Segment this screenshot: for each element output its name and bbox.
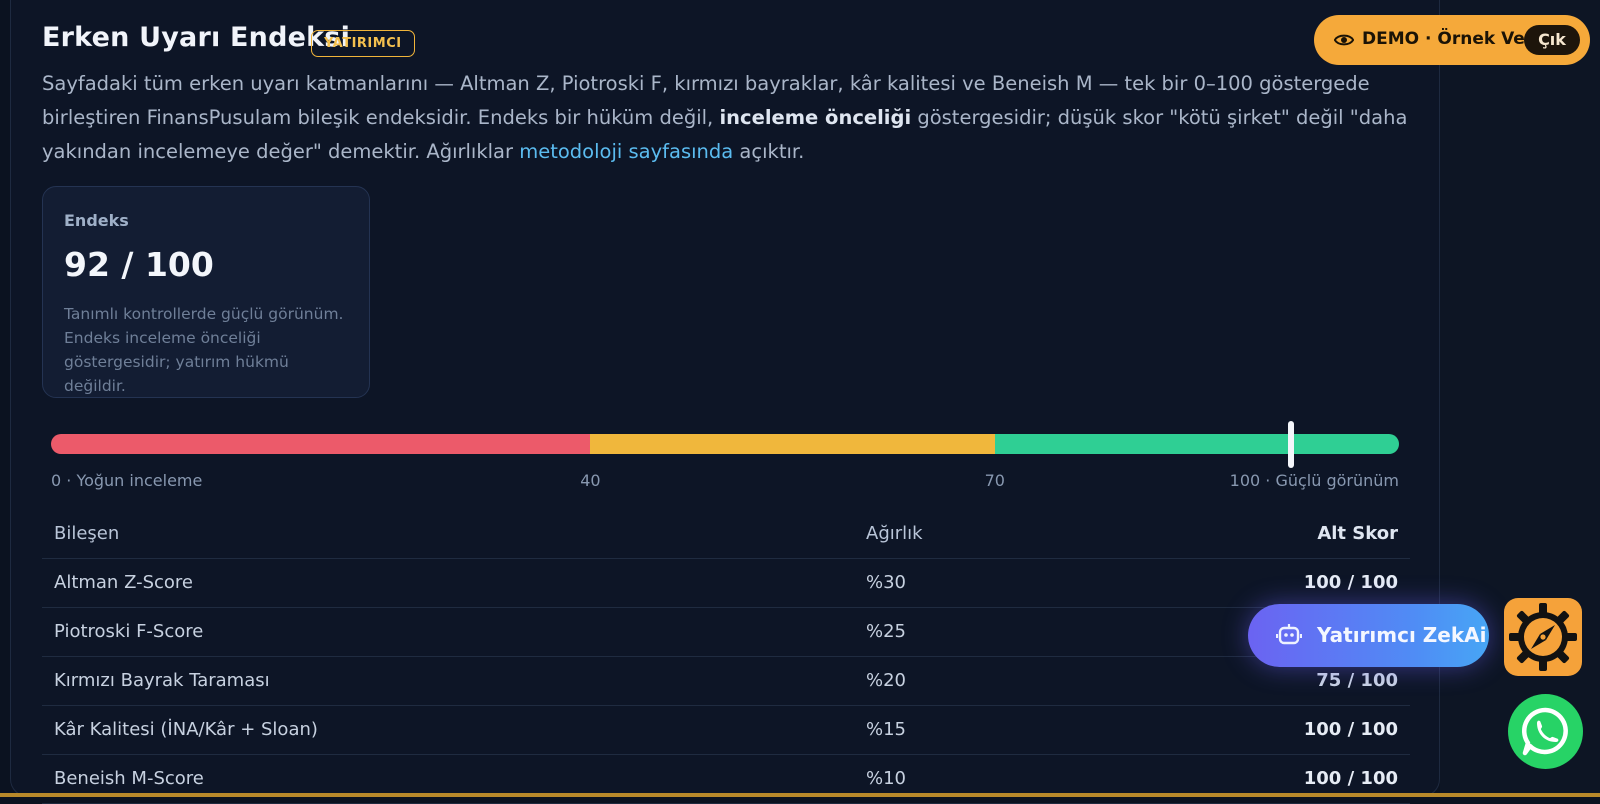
gauge-score-marker xyxy=(1288,421,1295,468)
row-sub-score: 75 / 100 xyxy=(1316,670,1398,691)
assistant-label: Yatırımcı ZekAi xyxy=(1317,623,1487,647)
index-note: Tanımlı kontrollerde güçlü görünüm. Ende… xyxy=(64,305,344,395)
section-title: Erken Uyarı Endeksi xyxy=(42,22,351,53)
index-label: Endeks xyxy=(64,211,129,230)
row-component: Altman Z-Score xyxy=(54,572,193,593)
index-gauge-bar xyxy=(51,434,1399,454)
right-background xyxy=(1440,0,1600,797)
description-text-3: açıktır. xyxy=(733,140,805,163)
row-sub-score: 100 / 100 xyxy=(1303,572,1398,593)
gauge-segment-red xyxy=(51,434,591,454)
row-component: Piotroski F-Score xyxy=(54,621,204,642)
compass-button[interactable] xyxy=(1504,598,1582,676)
gauge-label-40: 40 xyxy=(580,471,601,490)
row-sub-score: 100 / 100 xyxy=(1303,768,1398,789)
investor-badge: YATIRIMCI xyxy=(311,30,415,57)
row-weight: %10 xyxy=(866,768,907,789)
compass-gear-icon xyxy=(1509,603,1577,671)
gauge-label-max: 100 · Güçlü görünüm xyxy=(1229,471,1399,490)
component-table: Bileşen Ağırlık Alt Skor Altman Z-Score … xyxy=(42,510,1410,804)
row-weight: %25 xyxy=(866,621,907,642)
methodology-link[interactable]: metodoloji sayfasında xyxy=(519,140,733,163)
demo-mode-pill: DEMO · Örnek Veri Çık xyxy=(1314,15,1590,65)
robot-icon xyxy=(1276,624,1302,645)
table-row: Kırmızı Bayrak Taraması %20 75 / 100 xyxy=(42,657,1410,706)
header-weight: Ağırlık xyxy=(866,523,923,544)
eye-icon xyxy=(1334,34,1354,46)
index-score-card: Endeks 92 / 100 Tanımlı kontrollerde güç… xyxy=(42,186,370,398)
table-header-row: Bileşen Ağırlık Alt Skor xyxy=(42,510,1410,559)
gauge-label-min: 0 · Yoğun inceleme xyxy=(51,471,203,490)
row-component: Kırmızı Bayrak Taraması xyxy=(54,670,270,691)
table-row: Altman Z-Score %30 100 / 100 xyxy=(42,559,1410,608)
row-sub-score: 100 / 100 xyxy=(1303,719,1398,740)
row-component: Kâr Kalitesi (İNA/Kâr + Sloan) xyxy=(54,719,318,740)
whatsapp-button[interactable] xyxy=(1508,694,1583,769)
table-row: Piotroski F-Score %25 xyxy=(42,608,1410,657)
row-weight: %30 xyxy=(866,572,907,593)
header-component: Bileşen xyxy=(54,523,120,544)
section-description: Sayfadaki tüm erken uyarı katmanlarını —… xyxy=(42,67,1412,169)
header-sub-score: Alt Skor xyxy=(1317,523,1398,544)
exit-demo-button[interactable]: Çık xyxy=(1524,25,1580,55)
gauge-segment-green xyxy=(994,434,1399,454)
index-value: 92 / 100 xyxy=(64,245,214,284)
gauge-label-70: 70 xyxy=(984,471,1005,490)
assistant-button[interactable]: Yatırımcı ZekAi xyxy=(1248,604,1489,667)
description-bold: inceleme önceliği xyxy=(719,106,912,129)
table-row: Kâr Kalitesi (İNA/Kâr + Sloan) %15 100 /… xyxy=(42,706,1410,755)
gauge-segment-amber xyxy=(590,434,995,454)
bottom-accent-line xyxy=(0,793,1600,797)
demo-label: DEMO · Örnek Veri xyxy=(1362,29,1540,49)
row-component: Beneish M-Score xyxy=(54,768,204,789)
whatsapp-icon xyxy=(1522,707,1568,756)
row-weight: %15 xyxy=(866,719,907,740)
row-weight: %20 xyxy=(866,670,907,691)
